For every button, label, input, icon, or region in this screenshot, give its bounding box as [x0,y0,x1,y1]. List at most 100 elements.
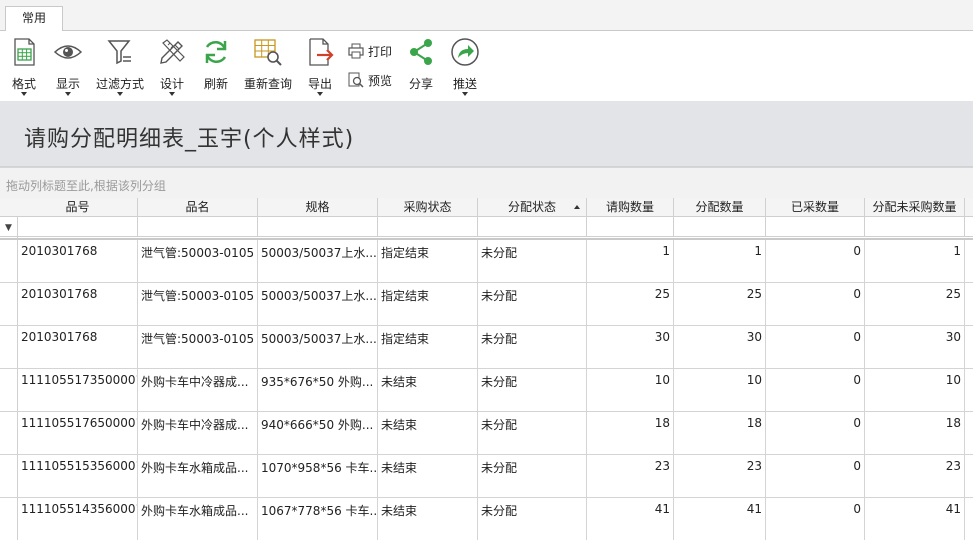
cell-allocation-status[interactable]: 未分配 [478,240,587,283]
cell-allocated-unpurchased-qty[interactable]: 25 [865,283,965,326]
cell-allocation-status[interactable]: 未分配 [478,455,587,498]
cell-item-name[interactable]: 外购卡车中冷器成... [138,412,258,455]
filter-cell[interactable] [766,217,865,237]
filter-cell[interactable] [138,217,258,237]
cell-purchase-status[interactable]: 指定结束 [378,326,478,369]
cell-allocated-qty[interactable]: 41 [674,498,766,540]
table-row[interactable]: 2010301768 泄气管:50003-0105 50003/50037上水...… [0,326,973,369]
cell-purchase-status[interactable]: 指定结束 [378,283,478,326]
cell-spec[interactable]: 50003/50037上水... [258,240,378,283]
filter-mode-button[interactable]: 过滤方式 [92,35,148,99]
cell-allocated-unpurchased-qty[interactable]: 41 [865,498,965,540]
cell-request-qty[interactable]: 23 [587,455,674,498]
cell-purchase-status[interactable]: 指定结束 [378,240,478,283]
cell-request-qty[interactable]: 30 [587,326,674,369]
cell-allocated-unpurchased-qty[interactable]: 18 [865,412,965,455]
cell-allocated-qty[interactable]: 23 [674,455,766,498]
cell-spec[interactable]: 935*676*50 外购... [258,369,378,412]
cell-request-qty[interactable]: 18 [587,412,674,455]
cell-item-name[interactable]: 泄气管:50003-0105 [138,326,258,369]
filter-cell[interactable] [258,217,378,237]
filter-cell[interactable] [378,217,478,237]
cell-purchase-status[interactable]: 未结束 [378,369,478,412]
cell-item-no[interactable]: 2010301768 [18,283,138,326]
cell-allocated-unpurchased-qty[interactable]: 30 [865,326,965,369]
column-header-item-name[interactable]: 品名 [138,198,258,217]
requery-button[interactable]: 重新查询 [240,35,296,99]
filter-cell[interactable] [865,217,965,237]
filter-cell[interactable] [674,217,766,237]
cell-allocated-unpurchased-qty[interactable]: 10 [865,369,965,412]
table-row[interactable]: 1111055176500001 外购卡车中冷器成... 940*666*50 外购… [0,412,973,455]
cell-purchased-qty[interactable]: 0 [766,369,865,412]
table-row[interactable]: 1111055153560001 外购卡车水箱成品... 1070*958*56 卡… [0,455,973,498]
cell-spec[interactable]: 50003/50037上水... [258,326,378,369]
print-button[interactable]: 打印 [346,41,398,61]
cell-item-name[interactable]: 泄气管:50003-0105 [138,240,258,283]
column-header-purchased-qty[interactable]: 已采数量 [766,198,865,217]
format-button[interactable]: 格式 [4,35,44,99]
cell-item-no[interactable]: 1111055143560001 [18,498,138,540]
cell-purchased-qty[interactable]: 0 [766,412,865,455]
cell-item-no[interactable]: 1111055176500001 [18,412,138,455]
cell-purchased-qty[interactable]: 0 [766,283,865,326]
cell-purchased-qty[interactable]: 0 [766,326,865,369]
cell-request-qty[interactable]: 10 [587,369,674,412]
cell-allocated-qty[interactable]: 30 [674,326,766,369]
cell-spec[interactable]: 1070*958*56 卡车... [258,455,378,498]
cell-request-qty[interactable]: 25 [587,283,674,326]
cell-item-no[interactable]: 2010301768 [18,326,138,369]
cell-request-qty[interactable]: 41 [587,498,674,540]
cell-allocated-qty[interactable]: 25 [674,283,766,326]
column-header-item-no[interactable]: 品号 [18,198,138,217]
cell-item-no[interactable]: 2010301768 [18,240,138,283]
cell-request-qty[interactable]: 1 [587,240,674,283]
filter-cell[interactable] [587,217,674,237]
cell-item-name[interactable]: 外购卡车水箱成品... [138,455,258,498]
cell-purchased-qty[interactable]: 0 [766,455,865,498]
preview-button[interactable]: 预览 [346,70,398,90]
cell-item-name[interactable]: 外购卡车中冷器成... [138,369,258,412]
cell-allocated-unpurchased-qty[interactable]: 23 [865,455,965,498]
column-header-spec[interactable]: 规格 [258,198,378,217]
table-row[interactable]: 2010301768 泄气管:50003-0105 50003/50037上水...… [0,240,973,283]
cell-item-name[interactable]: 泄气管:50003-0105 [138,283,258,326]
group-by-panel[interactable]: 拖动列标题至此,根据该列分组 [0,167,973,198]
column-header-allocated-unpurchased-qty[interactable]: 分配未采购数量 [865,198,965,217]
cell-allocation-status[interactable]: 未分配 [478,283,587,326]
table-row[interactable]: 1111055143560001 外购卡车水箱成品... 1067*778*56 卡… [0,498,973,540]
column-header-allocated-qty[interactable]: 分配数量 [674,198,766,217]
cell-allocation-status[interactable]: 未分配 [478,412,587,455]
cell-item-no[interactable]: 1111055153560001 [18,455,138,498]
cell-purchased-qty[interactable]: 0 [766,240,865,283]
cell-allocated-unpurchased-qty[interactable]: 1 [865,240,965,283]
cell-item-no[interactable]: 1111055173500001 [18,369,138,412]
refresh-button[interactable]: 刷新 [196,35,236,99]
column-header-allocation-status[interactable]: 分配状态 [478,198,587,217]
cell-purchase-status[interactable]: 未结束 [378,498,478,540]
cell-spec[interactable]: 50003/50037上水... [258,283,378,326]
cell-allocation-status[interactable]: 未分配 [478,498,587,540]
push-button[interactable]: 推送 [445,35,485,99]
cell-spec[interactable]: 940*666*50 外购... [258,412,378,455]
column-header-request-qty[interactable]: 请购数量 [587,198,674,217]
cell-spec[interactable]: 1067*778*56 卡车... [258,498,378,540]
cell-purchase-status[interactable]: 未结束 [378,412,478,455]
table-row[interactable]: 1111055173500001 外购卡车中冷器成... 935*676*50 外购… [0,369,973,412]
column-header-purchase-status[interactable]: 采购状态 [378,198,478,217]
cell-allocated-qty[interactable]: 10 [674,369,766,412]
table-row[interactable]: 2010301768 泄气管:50003-0105 50003/50037上水...… [0,283,973,326]
filter-cell[interactable] [478,217,587,237]
display-button[interactable]: 显示 [48,35,88,99]
export-button[interactable]: 导出 [300,35,340,99]
cell-allocated-qty[interactable]: 18 [674,412,766,455]
cell-allocated-qty[interactable]: 1 [674,240,766,283]
cell-allocation-status[interactable]: 未分配 [478,326,587,369]
filter-cell[interactable] [18,217,138,237]
cell-purchased-qty[interactable]: 0 [766,498,865,540]
design-button[interactable]: 设计 [152,35,192,99]
cell-allocation-status[interactable]: 未分配 [478,369,587,412]
cell-item-name[interactable]: 外购卡车水箱成品... [138,498,258,540]
share-button[interactable]: 分享 [403,35,439,99]
cell-purchase-status[interactable]: 未结束 [378,455,478,498]
